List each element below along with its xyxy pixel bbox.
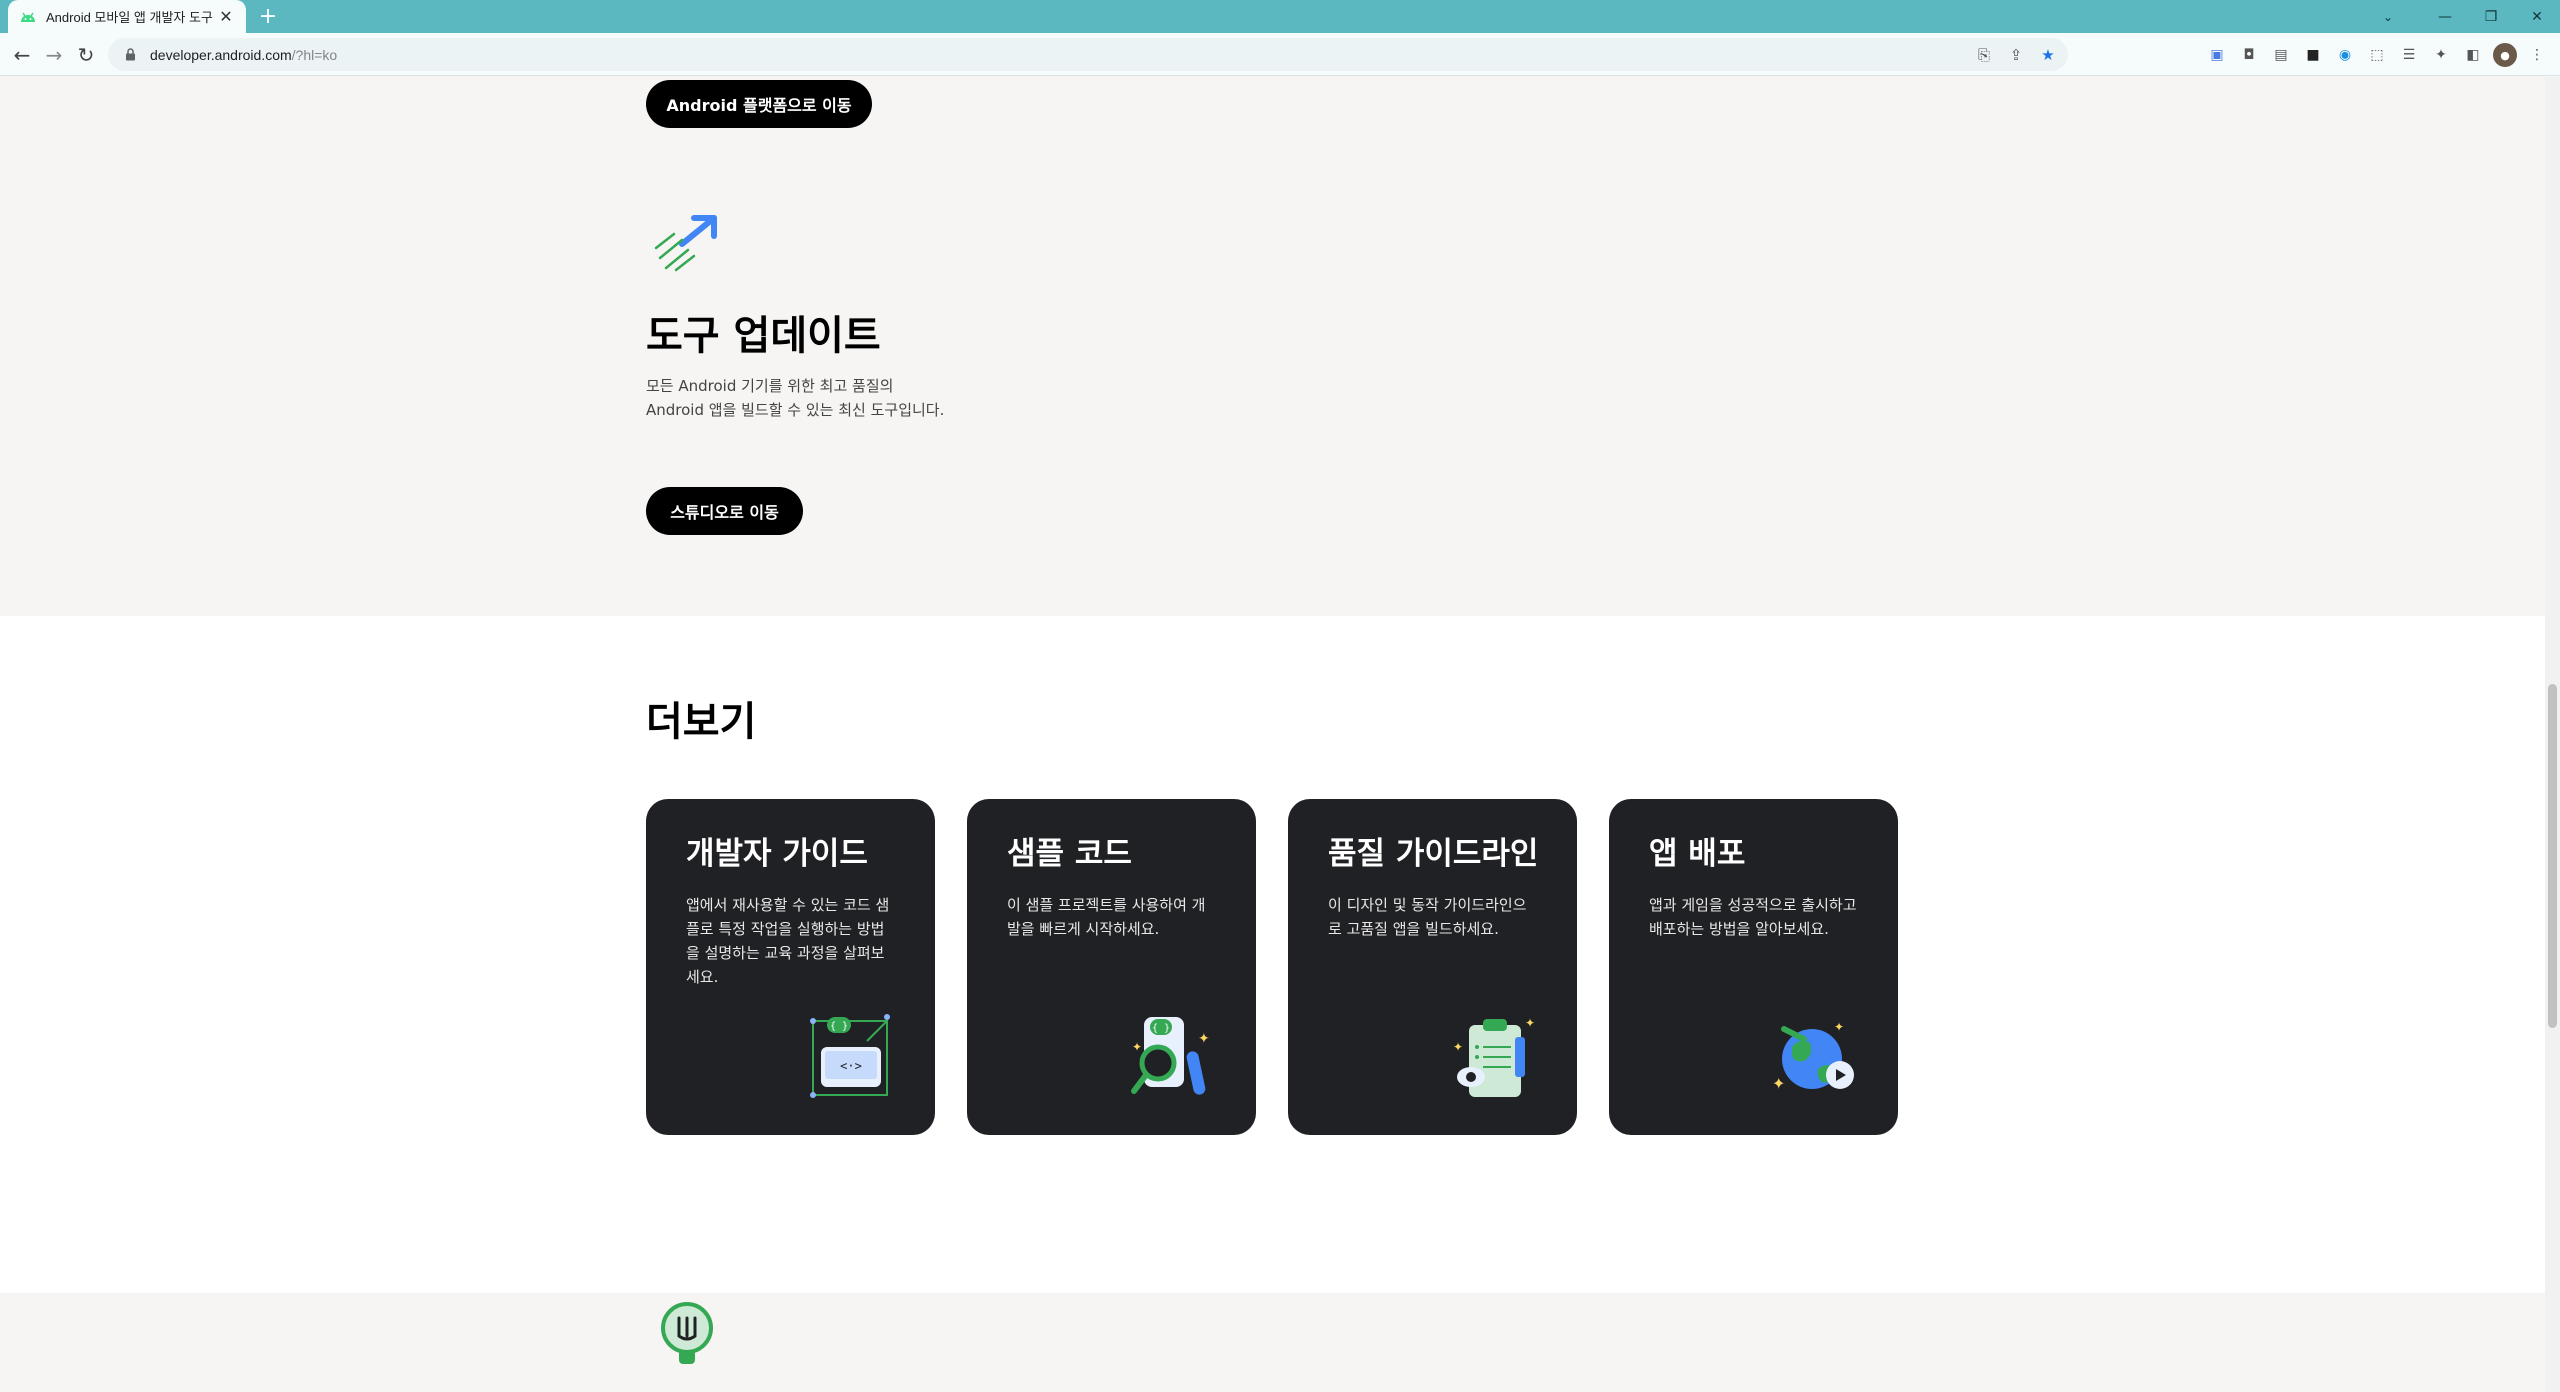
- section-tools-band: [0, 77, 2545, 616]
- translate-extension-icon[interactable]: ▣: [2205, 43, 2229, 67]
- lightbulb-icon: [661, 1302, 713, 1364]
- card-app-distribution[interactable]: 앱 배포 앱과 게임을 성공적으로 출시하고 배포하는 방법을 알아보세요. ✦…: [1609, 799, 1898, 1135]
- svg-text:✦: ✦: [1453, 1040, 1463, 1054]
- capture-extension-icon[interactable]: ⬚: [2365, 43, 2389, 67]
- window-controls: — ❐ ✕: [2422, 0, 2560, 33]
- extensions-puzzle-icon[interactable]: ✦: [2429, 43, 2453, 67]
- globe-play-illustration-icon: ✦ ✦: [1772, 1020, 1854, 1093]
- svg-text:✦: ✦: [1525, 1016, 1535, 1030]
- svg-text:✦: ✦: [1772, 1074, 1785, 1093]
- card-sample-code[interactable]: 샘플 코드 이 샘플 프로젝트를 사용하여 개발을 빠르게 시작하세요. { }…: [967, 799, 1256, 1135]
- svg-text:<·>: <·>: [840, 1059, 862, 1073]
- edge-extension-icon[interactable]: ◉: [2333, 43, 2357, 67]
- browser-tab-strip: Android 모바일 앱 개발자 도구 ✕ + ⌄ — ❐ ✕: [0, 0, 2560, 33]
- section-more-band: [0, 616, 2545, 1293]
- extensions-area: ▣ ◘ ▤ ■ ◉ ⬚ ☰ ✦ ◧ ● ⋮: [2205, 43, 2549, 67]
- address-bar[interactable]: developer.android.com/?hl=ko ⎘ ⇪ ★: [108, 38, 2068, 71]
- card-description: 앱에서 재사용할 수 있는 코드 샘플로 특정 작업을 실행하는 방법을 설명하…: [686, 896, 890, 986]
- browser-toolbar: ← → ↻ developer.android.com/?hl=ko ⎘ ⇪ ★: [0, 33, 2560, 76]
- svg-text:✦: ✦: [1834, 1020, 1844, 1034]
- tab-title: Android 모바일 앱 개발자 도구: [46, 10, 213, 25]
- section-next-band: [0, 1293, 2545, 1392]
- rocket-arrow-icon: [654, 215, 717, 272]
- card-title: 개발자 가이드: [686, 836, 868, 872]
- tab-search-chevron-down-icon[interactable]: ⌄: [2368, 0, 2408, 33]
- svg-text:{ }: { }: [830, 1021, 848, 1032]
- card-developer-guide[interactable]: 개발자 가이드 앱에서 재사용할 수 있는 코드 샘플로 특정 작업을 실행하는…: [646, 799, 935, 1135]
- card-title: 앱 배포: [1649, 836, 1746, 872]
- url-text: developer.android.com/?hl=ko: [150, 46, 338, 63]
- more-section-title: 더보기: [646, 699, 757, 745]
- reload-icon[interactable]: ↻: [74, 43, 98, 67]
- go-to-studio-button[interactable]: 스튜디오로 이동: [646, 487, 803, 535]
- laptop-code-illustration-icon: <·> { }: [810, 1014, 890, 1098]
- tools-section-title: 도구 업데이트: [646, 313, 881, 359]
- card-description: 이 샘플 프로젝트를 사용하여 개발을 빠르게 시작하세요.: [1007, 896, 1206, 938]
- omnibox-actions: ⎘ ⇪ ★: [1972, 38, 2060, 71]
- restore-icon[interactable]: ❐: [2468, 0, 2514, 33]
- card-title: 샘플 코드: [1007, 836, 1132, 872]
- card-title: 품질 가이드라인: [1328, 836, 1539, 872]
- new-tab-plus-icon[interactable]: +: [255, 5, 281, 29]
- lock-icon[interactable]: [122, 47, 138, 63]
- back-arrow-icon[interactable]: ←: [10, 43, 34, 67]
- profile-avatar-icon[interactable]: ●: [2493, 43, 2517, 67]
- page-scrollbar-thumb[interactable]: [2548, 684, 2557, 1028]
- card-description: 이 디자인 및 동작 가이드라인으로 고품질 앱을 빌드하세요.: [1328, 896, 1527, 938]
- reading-list-icon[interactable]: ☰: [2397, 43, 2421, 67]
- minimize-icon[interactable]: —: [2422, 0, 2468, 33]
- card-quality-guidelines[interactable]: 품질 가이드라인 이 디자인 및 동작 가이드라인으로 고품질 앱을 빌드하세요…: [1288, 799, 1577, 1135]
- dark-extension-icon[interactable]: ■: [2301, 43, 2325, 67]
- card-description: 앱과 게임을 성공적으로 출시하고 배포하는 방법을 알아보세요.: [1649, 896, 1857, 938]
- cast-extension-icon[interactable]: ▤: [2269, 43, 2293, 67]
- magnifier-test-tube-illustration-icon: { } ✦ ✦: [1131, 1017, 1210, 1095]
- close-window-icon[interactable]: ✕: [2514, 0, 2560, 33]
- clipboard-pencil-illustration-icon: ✦ ✦: [1453, 1016, 1535, 1097]
- install-app-icon[interactable]: ⎘: [1972, 43, 1996, 67]
- page-viewport: Android 플랫폼으로 이동 도구 업데이트 모든 Android 기기를 …: [0, 77, 2545, 1392]
- svg-text:{ }: { }: [1152, 1023, 1170, 1034]
- camera-extension-icon[interactable]: ◘: [2237, 43, 2261, 67]
- tools-section-description: 모든 Android 기기를 위한 최고 품질의 Android 앱을 빌드할 …: [646, 377, 945, 419]
- svg-text:✦: ✦: [1198, 1031, 1210, 1047]
- share-icon[interactable]: ⇪: [2004, 43, 2028, 67]
- chrome-menu-kebab-icon[interactable]: ⋮: [2525, 43, 2549, 67]
- side-panel-icon[interactable]: ◧: [2461, 43, 2485, 67]
- svg-text:✦: ✦: [1132, 1040, 1142, 1054]
- go-to-platform-button[interactable]: Android 플랫폼으로 이동: [646, 80, 872, 128]
- tab-close-icon[interactable]: ✕: [216, 7, 236, 27]
- browser-tab-active[interactable]: Android 모바일 앱 개발자 도구 ✕: [8, 0, 246, 33]
- bookmark-star-icon[interactable]: ★: [2036, 43, 2060, 67]
- forward-arrow-icon[interactable]: →: [42, 43, 66, 67]
- android-favicon-icon: [18, 7, 38, 27]
